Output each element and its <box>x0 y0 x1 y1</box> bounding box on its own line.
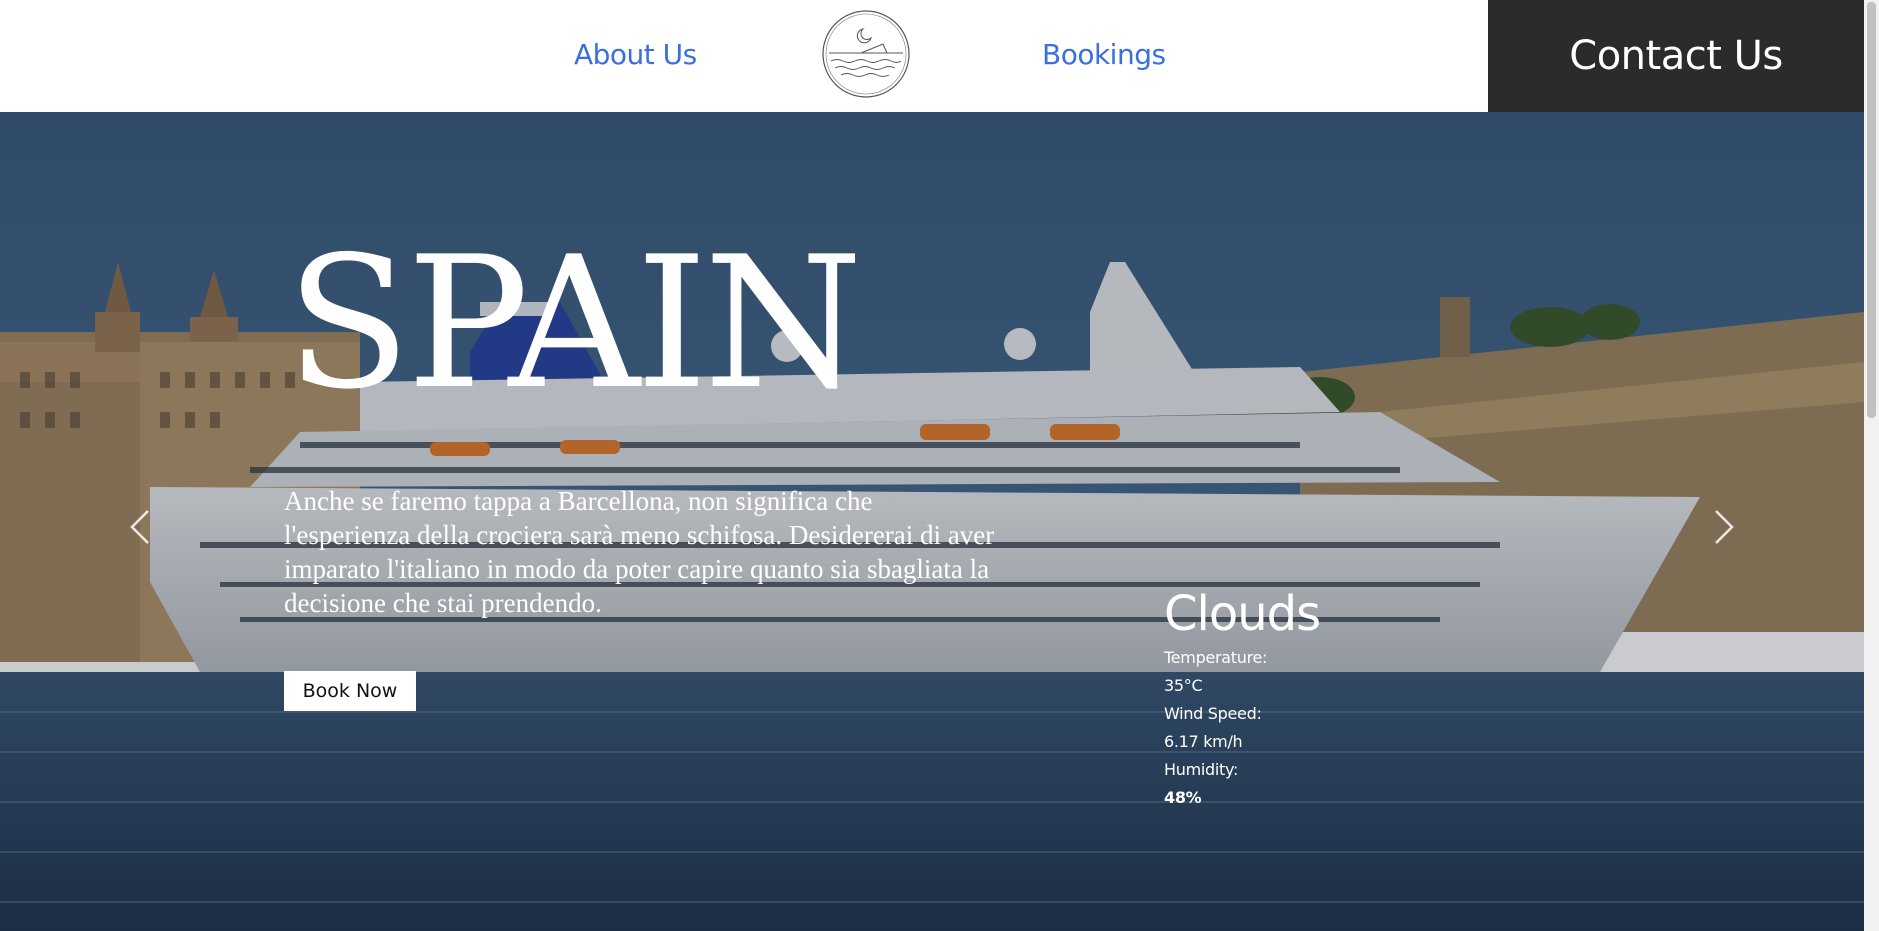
book-now-button[interactable]: Book Now <box>284 671 416 711</box>
chevron-left-icon[interactable] <box>128 507 152 547</box>
weather-condition: Clouds <box>1164 586 1321 642</box>
humidity-value: 48% <box>1164 788 1202 807</box>
wind-speed-label: Wind Speed: <box>1164 704 1262 723</box>
hero-title: SPAIN <box>286 217 863 429</box>
nav-about-us[interactable]: About Us <box>574 38 697 71</box>
temperature-label: Temperature: <box>1164 648 1268 667</box>
weather-widget: Clouds Temperature: 35°C Wind Speed: 6.1… <box>1164 586 1384 812</box>
chevron-right-icon[interactable] <box>1712 507 1736 547</box>
contact-us-button[interactable]: Contact Us <box>1488 0 1864 112</box>
scrollbar-thumb[interactable] <box>1867 2 1876 418</box>
moon-over-sea-logo[interactable] <box>821 9 911 99</box>
temperature-value: 35°C <box>1164 676 1203 695</box>
nav-bookings[interactable]: Bookings <box>1042 38 1166 71</box>
hero-description: Anche se faremo tappa a Barcellona, non … <box>284 486 995 618</box>
site-header: About Us Bookings Contact Us <box>0 0 1864 112</box>
humidity-label: Humidity: <box>1164 760 1239 779</box>
page-scrollbar[interactable] <box>1864 0 1879 931</box>
wind-speed-value: 6.17 km/h <box>1164 732 1243 751</box>
hero-carousel: SPAIN Anche se faremo tappa a Barcellona… <box>0 112 1864 931</box>
page: About Us Bookings Contact Us SPAIN Anche… <box>0 0 1879 931</box>
